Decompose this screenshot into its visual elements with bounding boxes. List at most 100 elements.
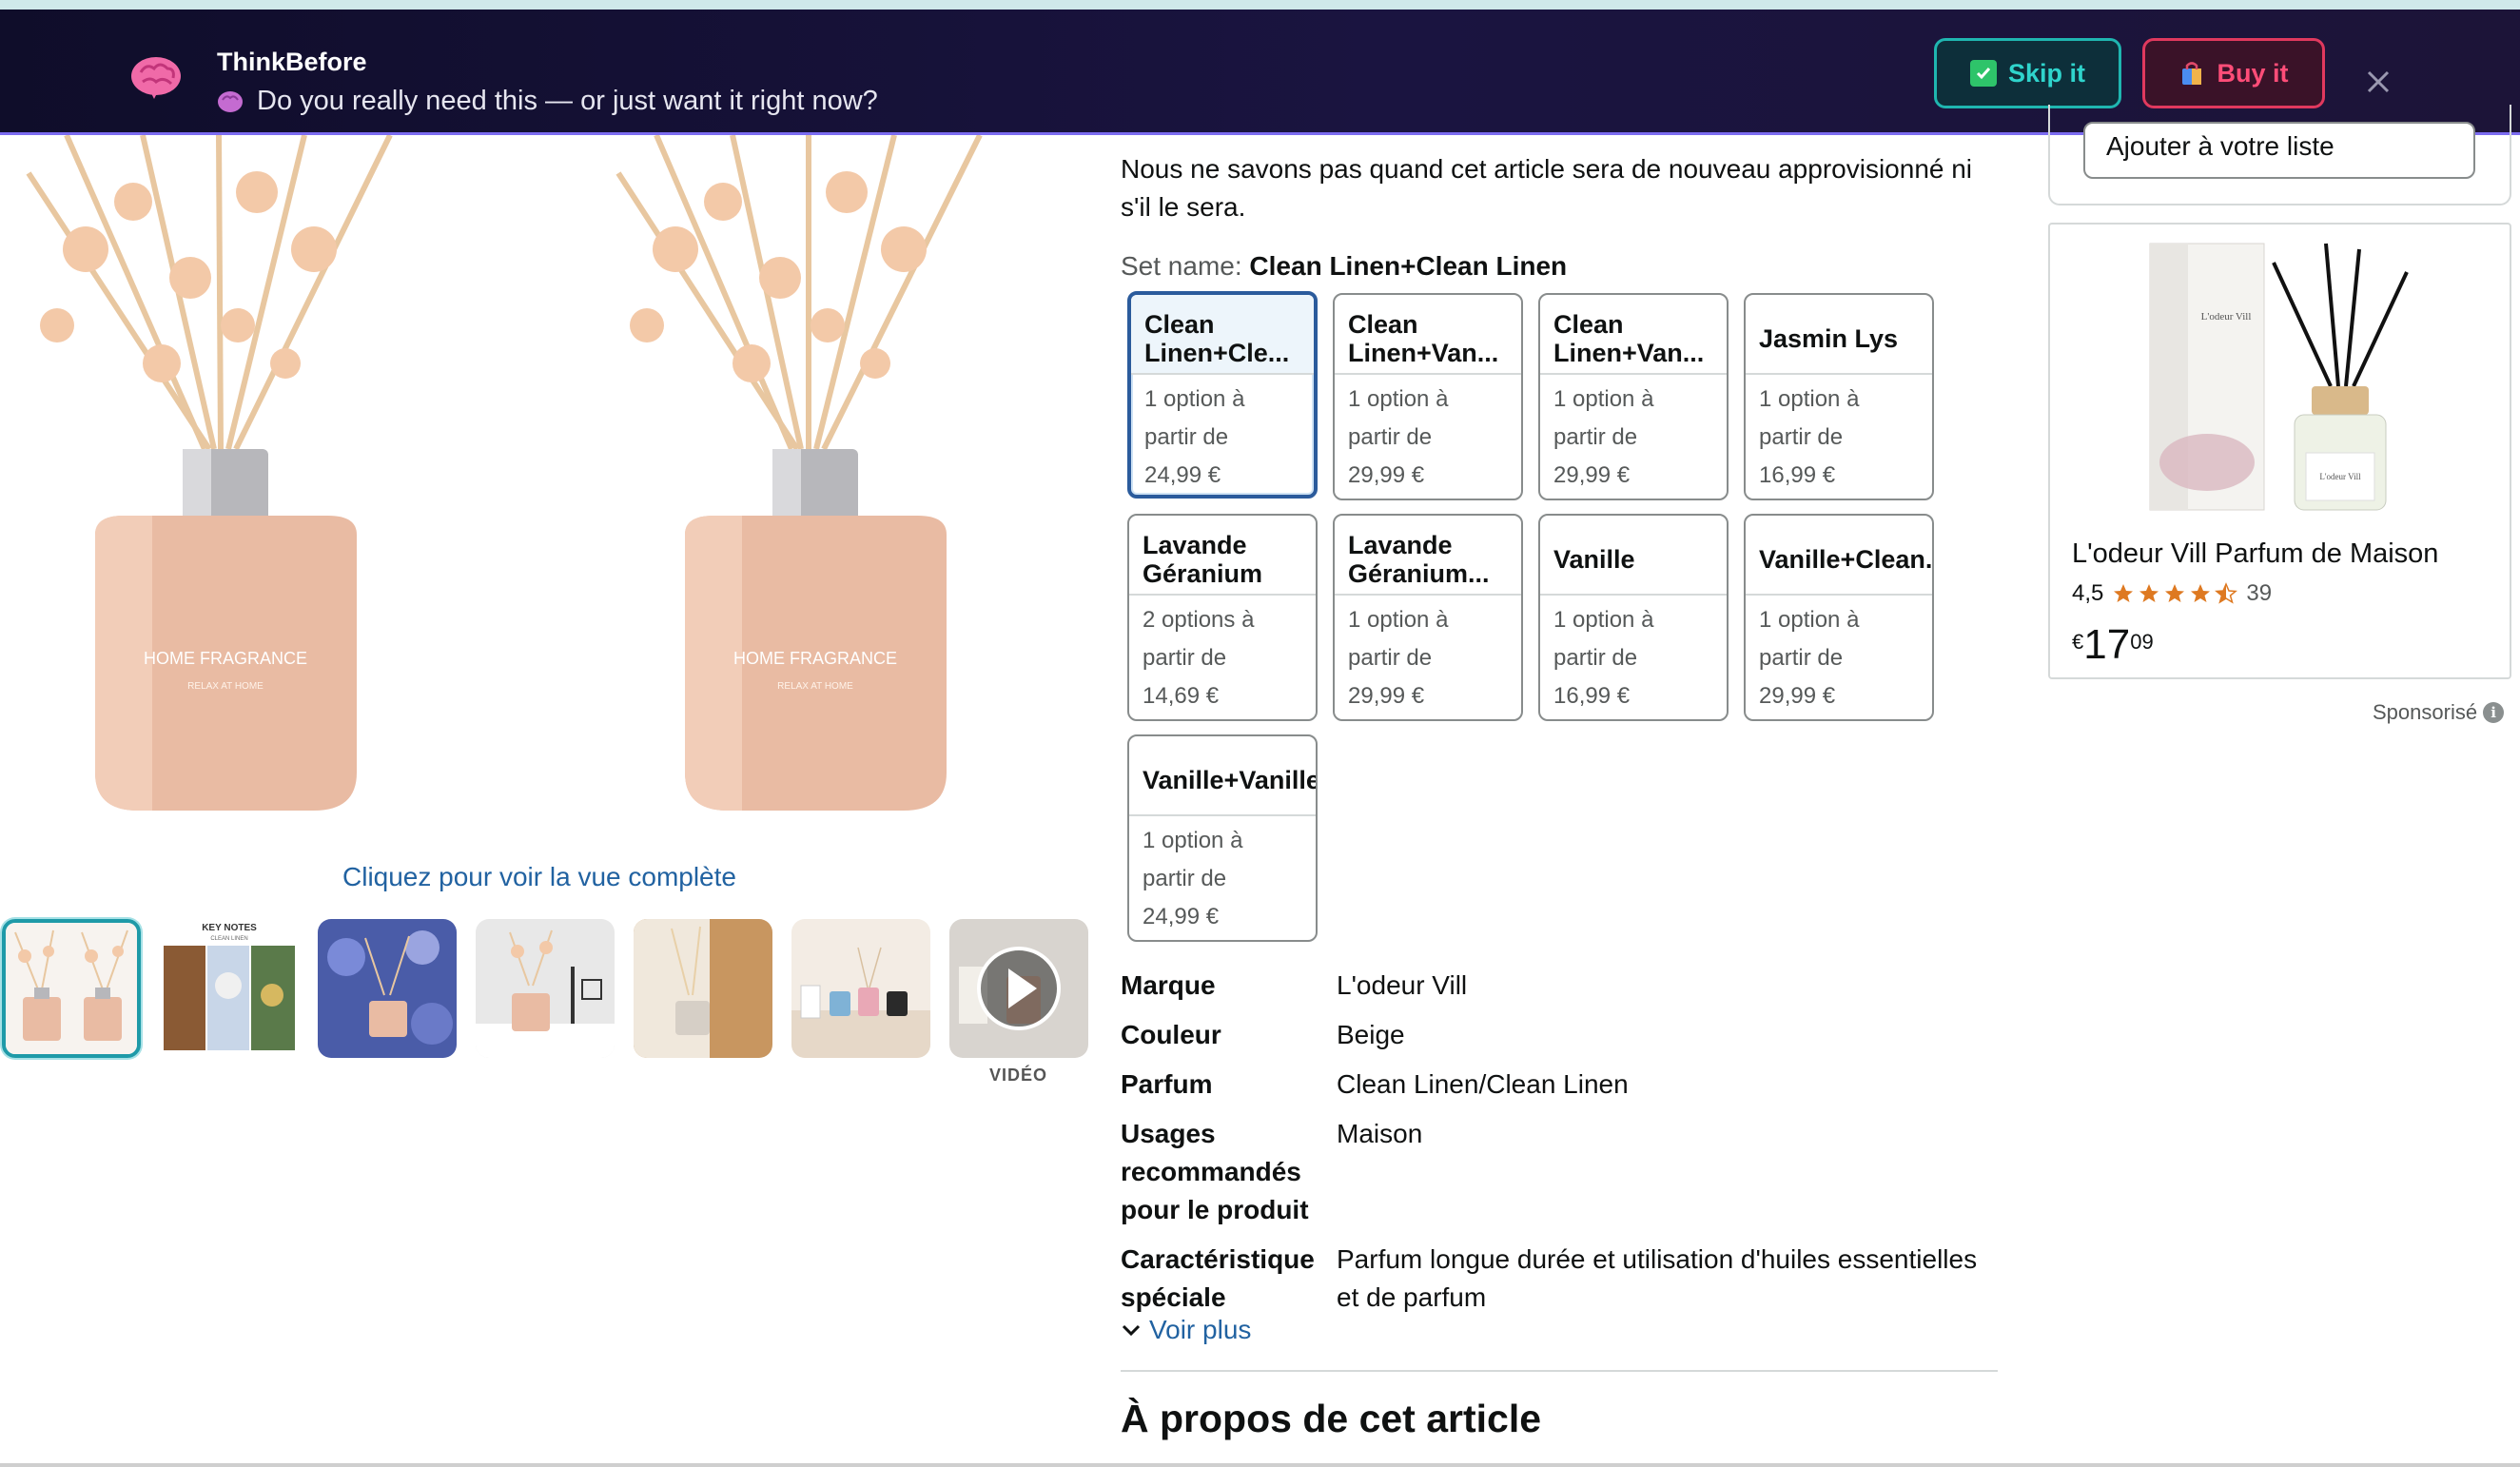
ad-product-image: L'odeur Vill L'odeur Vill	[2149, 243, 2409, 511]
sponsored-text: Sponsorisé	[2373, 700, 2478, 724]
option-price: 24,99 €	[1143, 904, 1220, 929]
chevron-down-icon	[1122, 1324, 1141, 1337]
option-title: Jasmin Lys	[1746, 295, 1932, 375]
option-card[interactable]: Lavande Géranium... 1 option à partir de 2…	[1333, 514, 1523, 721]
option-count: 1 option à	[1553, 386, 1654, 412]
star-rating	[2111, 582, 2238, 605]
about-section-title: À propos de cet article	[1121, 1397, 1542, 1440]
option-card[interactable]: Clean Linen+Van... 1 option à partir de 29…	[1538, 293, 1729, 500]
bottle-sublabel-left: RELAX AT HOME	[187, 681, 264, 692]
option-count: 1 option à	[1553, 607, 1654, 633]
thumbnail-strip: KEY NOTES CLEAN LINEN	[0, 919, 1089, 1081]
spec-key: Marque	[1121, 970, 1216, 1000]
stock-status-text: Nous ne savons pas quand cet article ser…	[1121, 154, 1973, 222]
option-from: partir de	[1143, 866, 1227, 891]
small-brain-icon	[218, 90, 243, 112]
skip-button[interactable]: Skip it	[1934, 38, 2121, 108]
ad-price: € 17 09	[2072, 620, 2154, 670]
option-card[interactable]: Jasmin Lys 1 option à partir de 16,99 €	[1744, 293, 1934, 500]
key-notes-label: KEY NOTES	[202, 923, 257, 933]
thumbnail-4[interactable]	[476, 919, 615, 1058]
spec-key: Usages recommandés pour le produit	[1121, 1119, 1309, 1224]
close-icon[interactable]	[2361, 65, 2395, 99]
option-from: partir de	[1144, 424, 1229, 450]
option-count: 1 option à	[1348, 607, 1449, 633]
option-price: 16,99 €	[1759, 462, 1836, 488]
ad-rating-value: 4,5	[2072, 580, 2104, 606]
option-from: partir de	[1553, 424, 1638, 450]
option-card[interactable]: Clean Linen+Cle... 1 option à partir de 24…	[1127, 291, 1318, 499]
option-price: 29,99 €	[1348, 683, 1425, 709]
option-from: partir de	[1348, 424, 1433, 450]
option-count: 1 option à	[1348, 386, 1449, 412]
ad-review-count: 39	[2246, 580, 2273, 606]
full-view-link[interactable]: Cliquez pour voir la vue complète	[342, 862, 736, 892]
brain-icon	[131, 57, 181, 99]
option-title: Lavande Géranium...	[1335, 516, 1521, 596]
app-name: ThinkBefore	[217, 48, 367, 76]
ad-rating[interactable]: 4,5 39	[2072, 580, 2272, 607]
shopping-bag-icon	[2182, 62, 2202, 85]
option-card[interactable]: Clean Linen+Van... 1 option à partir de 29…	[1333, 293, 1523, 500]
buy-button-label: Buy it	[2217, 58, 2289, 88]
half-star-icon	[2215, 582, 2238, 604]
option-count: 2 options à	[1143, 607, 1255, 633]
top-strip	[0, 0, 2520, 10]
thumbnail-5[interactable]	[634, 919, 772, 1058]
option-title: Vanille+Vanille	[1129, 736, 1316, 816]
set-name-label: Set name:	[1121, 251, 1242, 281]
option-from: partir de	[1348, 645, 1433, 671]
main-product-image[interactable]: HOME FRAGRANCE RELAX AT HOME HOME FRAGRA…	[0, 135, 1084, 839]
spec-value: Parfum longue durée et utilisation d'hui…	[1337, 1244, 1978, 1312]
sponsored-label[interactable]: Sponsorisé i	[2373, 700, 2505, 725]
option-title: Lavande Géranium	[1129, 516, 1316, 596]
star-icon	[2191, 584, 2211, 602]
option-card[interactable]: Vanille+Vanille 1 option à partir de 24,99…	[1127, 734, 1318, 942]
set-name: Set name: Clean Linen+Clean Linen	[1121, 251, 1567, 282]
thumbnail-2[interactable]: KEY NOTES CLEAN LINEN	[160, 919, 299, 1058]
skip-button-label: Skip it	[2007, 58, 2085, 88]
spec-value: Beige	[1337, 1020, 1405, 1049]
spec-value: Clean Linen/Clean Linen	[1337, 1069, 1629, 1099]
thumbnail-1[interactable]	[2, 919, 141, 1058]
option-card[interactable]: Vanille 1 option à partir de 16,99 €	[1538, 514, 1729, 721]
option-card[interactable]: Vanille+Clean... 1 option à partir de 29,9…	[1744, 514, 1934, 721]
option-title: Clean Linen+Cle...	[1131, 295, 1314, 375]
star-icon	[2165, 584, 2185, 602]
prompt-question-text: Do you really need this — or just want i…	[257, 86, 878, 116]
option-from: partir de	[1759, 645, 1844, 671]
option-title: Vanille	[1540, 516, 1727, 596]
spec-value: Maison	[1337, 1119, 1423, 1148]
spec-key: Couleur	[1121, 1020, 1221, 1049]
option-price: 16,99 €	[1553, 683, 1631, 709]
option-title: Vanille+Clean...	[1746, 516, 1932, 596]
option-count: 1 option à	[1144, 386, 1245, 412]
option-from: partir de	[1759, 424, 1844, 450]
info-icon[interactable]: i	[2483, 702, 2505, 723]
thumbnail-video[interactable]	[949, 919, 1088, 1058]
option-card[interactable]: Lavande Géranium 2 options à partir de 14,…	[1127, 514, 1318, 721]
thumbnail-6[interactable]	[791, 919, 930, 1058]
star-icon	[2114, 584, 2134, 602]
bottle-sublabel-right: RELAX AT HOME	[777, 681, 853, 692]
option-price: 29,99 €	[1553, 462, 1631, 488]
thumbnail-3[interactable]	[318, 919, 457, 1058]
option-from: partir de	[1553, 645, 1638, 671]
checkmark-icon	[1969, 60, 1997, 87]
buy-button[interactable]: Buy it	[2142, 38, 2325, 108]
add-to-list-button[interactable]: Ajouter à votre liste	[2083, 122, 2475, 179]
price-whole: 17	[2083, 621, 2131, 668]
see-more-link[interactable]: Voir plus	[1121, 1315, 1251, 1345]
ad-jar-brand: L'odeur Vill	[2319, 472, 2361, 481]
prompt-question: Do you really need this — or just want i…	[217, 86, 878, 117]
ad-title[interactable]: L'odeur Vill Parfum de Maison	[2072, 538, 2438, 570]
diffuser-pair-image: HOME FRAGRANCE RELAX AT HOME HOME FRAGRA…	[26, 135, 983, 811]
option-price: 29,99 €	[1759, 683, 1836, 709]
option-price: 14,69 €	[1143, 683, 1220, 709]
spec-key: Caractéristique spéciale	[1121, 1244, 1315, 1312]
see-more-label: Voir plus	[1149, 1315, 1252, 1344]
bottle-label-right: HOME FRAGRANCE	[733, 649, 897, 668]
star-icon	[2139, 584, 2159, 602]
bottom-border	[0, 1463, 2520, 1467]
option-title: Clean Linen+Van...	[1540, 295, 1727, 375]
